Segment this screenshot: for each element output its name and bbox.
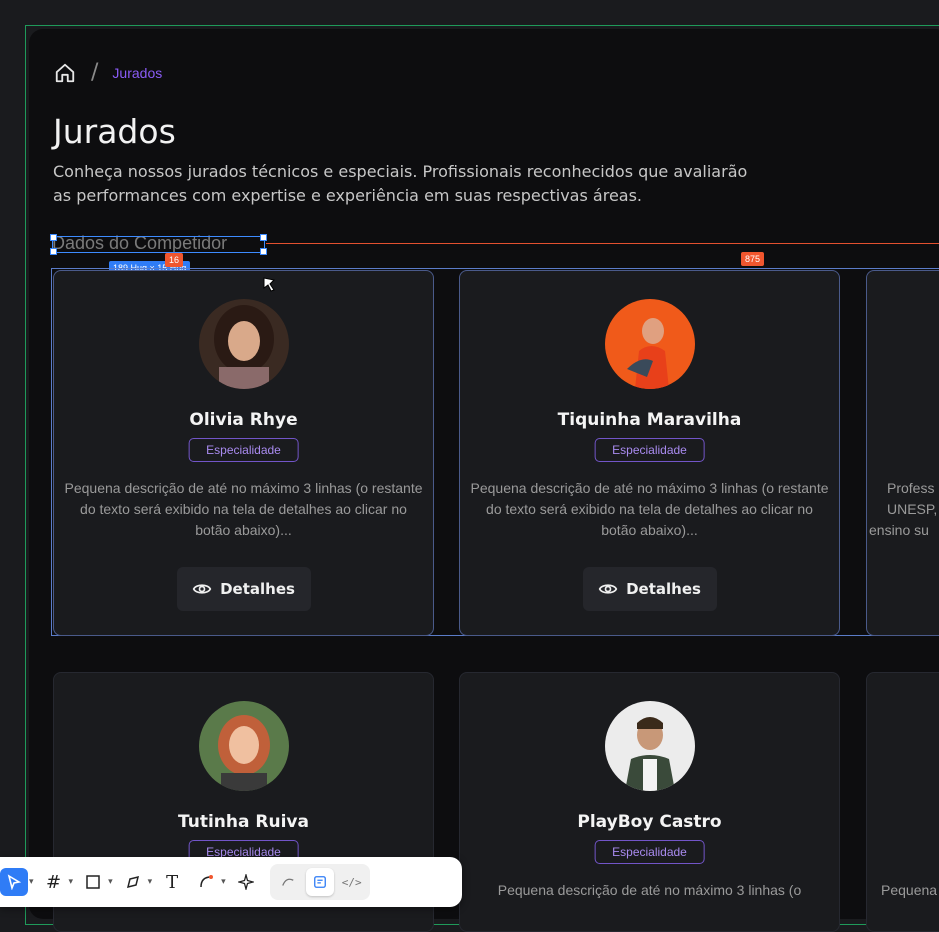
pen-tool[interactable]: ▾ <box>119 864 153 900</box>
design-toolbar: ▾ # ▾ ▾ ▾ T ▾ </> <box>0 857 462 907</box>
partial-description-line: ensino su <box>869 522 929 538</box>
selection-box <box>50 234 267 255</box>
details-button[interactable]: Detalhes <box>176 567 311 611</box>
partial-description-line: UNESP, <box>887 501 938 517</box>
avatar <box>604 299 695 389</box>
breadcrumb-current[interactable]: Jurados <box>112 65 162 81</box>
specialty-tag: Especialidade <box>594 438 705 462</box>
eye-icon <box>598 584 618 594</box>
gap-badge: 16 <box>165 253 184 267</box>
chevron-down-icon[interactable]: ▾ <box>148 877 153 887</box>
design-mode-icon[interactable] <box>305 868 334 896</box>
distance-badge: 875 <box>741 252 765 266</box>
judge-name: Tiquinha Maravilha <box>557 410 742 430</box>
frame-tool[interactable]: # ▾ <box>40 864 74 900</box>
judge-card: Pequena <box>866 672 939 932</box>
judge-card: PlayBoy Castro Especialidade Pequena des… <box>459 672 840 932</box>
breadcrumb: / Jurados <box>53 60 162 85</box>
judge-description: Pequena descrição de até no máximo 3 lin… <box>64 480 423 538</box>
shape-tool[interactable]: ▾ <box>192 864 226 900</box>
mode-switcher: </> <box>269 864 370 900</box>
page-title: Jurados <box>53 112 176 151</box>
rectangle-tool[interactable]: ▾ <box>79 864 113 900</box>
actions-tool[interactable] <box>232 864 260 900</box>
breadcrumb-separator: / <box>91 60 99 85</box>
judge-card: Profess UNESP, ensino su <box>866 270 939 636</box>
square-icon <box>79 868 107 896</box>
judge-description: Pequena descrição de até no máximo 3 lin… <box>497 882 802 898</box>
judge-card: Olivia Rhye Especialidade Pequena descri… <box>53 270 434 636</box>
code-icon[interactable]: </> <box>338 868 366 896</box>
partial-description-line: Pequena <box>881 882 938 898</box>
hand-cursor-icon <box>260 274 280 298</box>
selection-handle[interactable] <box>260 248 267 255</box>
judge-card: Tiquinha Maravilha Especialidade Pequena… <box>459 270 840 636</box>
avatar <box>198 701 289 791</box>
chevron-down-icon[interactable]: ▾ <box>221 877 226 887</box>
chevron-down-icon[interactable]: ▾ <box>69 877 74 887</box>
page-description: Conheça nossos jurados técnicos e especi… <box>53 162 748 205</box>
details-label: Detalhes <box>220 580 295 598</box>
pen-icon <box>119 868 147 896</box>
judge-name: PlayBoy Castro <box>577 812 722 832</box>
hash-icon: # <box>45 871 62 893</box>
partial-description-line: Profess <box>887 480 935 496</box>
cursor-icon <box>0 868 28 896</box>
specialty-tag: Especialidade <box>188 438 299 462</box>
judge-name: Tutinha Ruiva <box>178 812 309 832</box>
specialty-tag: Especialidade <box>594 840 705 864</box>
avatar <box>604 701 695 791</box>
details-label: Detalhes <box>626 580 701 598</box>
chevron-down-icon[interactable]: ▾ <box>108 877 113 887</box>
move-tool[interactable]: ▾ <box>0 864 34 900</box>
text-tool[interactable]: T <box>158 864 186 900</box>
sparkle-icon <box>232 868 260 896</box>
chevron-down-icon[interactable]: ▾ <box>29 877 34 887</box>
text-icon: T <box>166 871 179 893</box>
selection-handle[interactable] <box>50 234 57 241</box>
details-button[interactable]: Detalhes <box>582 567 717 611</box>
selection-handle[interactable] <box>260 234 267 241</box>
judge-name: Olivia Rhye <box>189 410 298 430</box>
measurement-line <box>266 243 939 244</box>
shape-icon <box>192 868 220 896</box>
home-icon[interactable] <box>53 61 77 85</box>
eye-icon <box>192 584 212 594</box>
selection-handle[interactable] <box>50 248 57 255</box>
draw-mode-icon[interactable] <box>274 868 302 896</box>
judge-description: Pequena descrição de até no máximo 3 lin… <box>470 480 829 538</box>
avatar <box>198 299 289 389</box>
